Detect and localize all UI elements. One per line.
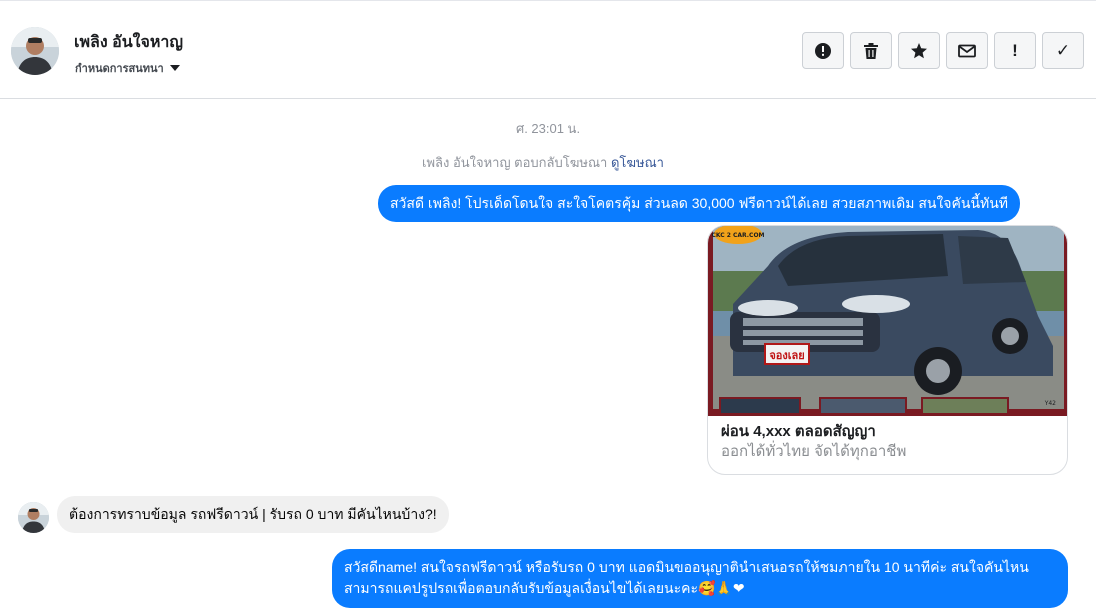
view-ad-link[interactable]: ดูโฆษณา: [611, 155, 664, 170]
trash-icon: [864, 42, 878, 59]
check-icon: ✓: [1055, 41, 1071, 60]
caret-down-icon: [169, 65, 180, 71]
assign-conversation-label: กำหนดการสนทนา: [75, 63, 164, 75]
envelope-icon: [958, 44, 976, 57]
star-button[interactable]: [898, 32, 940, 69]
sender-avatar[interactable]: [18, 502, 49, 533]
conversation-actions: ! ✓: [802, 32, 1084, 69]
conversation-header: เพลิง อันใจหาญ กำหนดการสนทนา ! ✓: [0, 3, 1096, 99]
ad-image: จองเลย CKC 2 CAR.COM Y42: [708, 226, 1067, 416]
outgoing-message[interactable]: สวัสดี เพลิง! โปรเด็ดโดนใจ สะใจโคตรคุ้ม …: [378, 185, 1021, 222]
follow-up-button[interactable]: !: [994, 32, 1036, 69]
assign-conversation-dropdown[interactable]: กำหนดการสนทนา: [75, 59, 180, 77]
ad-reply-text: เพลิง อันใจหาญ ตอบกลับโฆษณา: [422, 155, 608, 170]
delete-button[interactable]: [850, 32, 892, 69]
alert-circle-icon: [815, 42, 831, 59]
exclamation-icon: !: [1012, 41, 1018, 60]
outgoing-message[interactable]: สวัสดีname! สนใจรถฟรีดาวน์ หรือรับรถ 0 บ…: [332, 549, 1068, 608]
ad-preview-card[interactable]: จองเลย CKC 2 CAR.COM Y42 ผ่อน 4,xxx ตลอด…: [707, 225, 1068, 475]
star-icon: [911, 42, 927, 58]
ad-description: ออกได้ทั่วไทย จัดได้ทุกอาชีพ: [721, 443, 907, 460]
mark-spam-button[interactable]: [802, 32, 844, 69]
message-timestamp: ศ. 23:01 น.: [515, 121, 581, 136]
ad-sticker-text: จองเลย: [769, 349, 804, 362]
ad-reply-notice: เพลิง อันใจหาญ ตอบกลับโฆษณา ดูโฆษณา: [0, 152, 1086, 173]
incoming-message[interactable]: ต้องการทราบข้อมูล รถฟรีดาวน์ | รับรถ 0 บ…: [57, 496, 449, 533]
ad-logo-text: CKC 2 CAR.COM: [711, 232, 764, 239]
message-text: สวัสดีname! สนใจรถฟรีดาวน์ หรือรับรถ 0 บ…: [344, 559, 1029, 596]
ad-corner-text: Y42: [1044, 400, 1056, 407]
emoji-text: 🥰🙏❤: [698, 581, 745, 597]
mark-unread-button[interactable]: [946, 32, 988, 69]
contact-name[interactable]: เพลิง อันใจหาญ: [74, 30, 183, 55]
contact-avatar[interactable]: [11, 27, 59, 75]
mark-done-button[interactable]: ✓: [1042, 32, 1084, 69]
